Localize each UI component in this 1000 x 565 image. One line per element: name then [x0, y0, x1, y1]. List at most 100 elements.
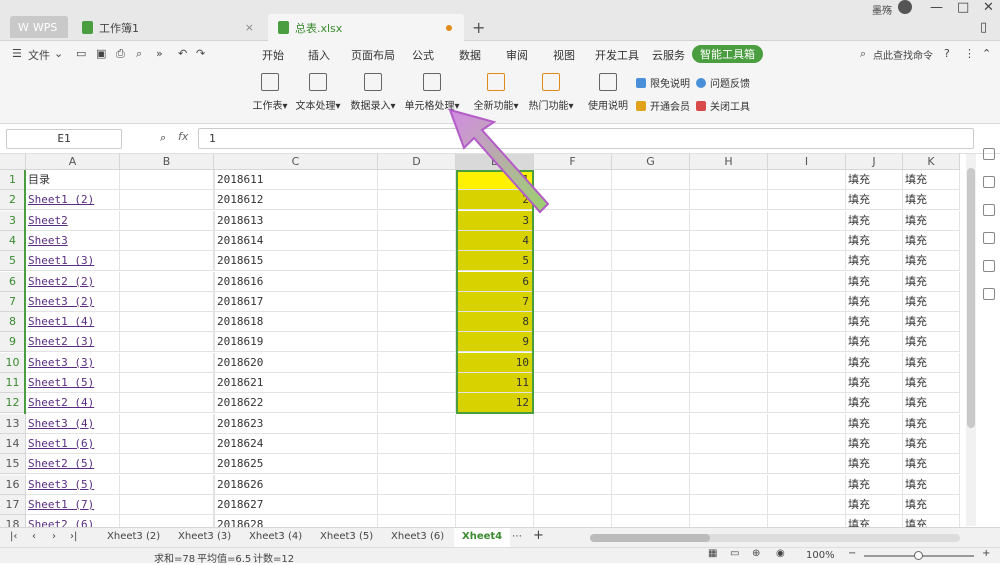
close-window-icon[interactable]: ✕	[983, 0, 994, 15]
cell-f10[interactable]	[534, 352, 612, 373]
cell-d3[interactable]	[378, 210, 456, 231]
cell-g6[interactable]	[612, 271, 690, 292]
cell-i4[interactable]	[768, 230, 846, 251]
next-sheet-icon[interactable]: ›	[52, 531, 56, 542]
cell-b5[interactable]	[120, 251, 214, 272]
cell-h6[interactable]	[690, 271, 768, 292]
sheet-tab[interactable]: Xheet3 (3)	[178, 531, 231, 542]
cell-f7[interactable]	[534, 291, 612, 312]
format-icon[interactable]	[983, 204, 995, 216]
cell-h15[interactable]	[690, 454, 768, 475]
column-header-a[interactable]: A	[26, 154, 120, 170]
cell-j9[interactable]: 填充	[846, 332, 903, 353]
tab-review[interactable]: 审阅	[506, 47, 528, 63]
command-search[interactable]: 点此查找命令	[873, 47, 933, 62]
cell-c3[interactable]: 2018613	[214, 210, 378, 231]
cell-b4[interactable]	[120, 230, 214, 251]
cell-b1[interactable]	[120, 170, 214, 190]
cell-d1[interactable]	[378, 170, 456, 190]
zoom-slider[interactable]	[864, 551, 974, 560]
cell-d5[interactable]	[378, 251, 456, 272]
cell-k16[interactable]: 填充	[903, 474, 960, 495]
cell-i17[interactable]	[768, 494, 846, 515]
cell-a16[interactable]: Sheet3 (5)	[26, 474, 120, 495]
cell-c12[interactable]: 2018622	[214, 393, 378, 414]
tab-developer[interactable]: 开发工具	[595, 47, 639, 63]
cell-g10[interactable]	[612, 352, 690, 373]
cell-d10[interactable]	[378, 352, 456, 373]
more-icon[interactable]: »	[156, 47, 163, 60]
cell-g3[interactable]	[612, 210, 690, 231]
popular-features-button[interactable]: 热门功能▾	[527, 71, 575, 112]
cell-k10[interactable]: 填充	[903, 352, 960, 373]
cell-g1[interactable]	[612, 170, 690, 190]
scroll-thumb[interactable]	[967, 168, 975, 428]
cell-k5[interactable]: 填充	[903, 251, 960, 272]
cell-f16[interactable]	[534, 474, 612, 495]
cell-c9[interactable]: 2018619	[214, 332, 378, 353]
cell-a9[interactable]: Sheet2 (3)	[26, 332, 120, 353]
membership-button[interactable]: 开通会员	[636, 98, 690, 113]
cell-c17[interactable]: 2018627	[214, 494, 378, 515]
row-header[interactable]: 11	[0, 373, 26, 393]
cell-j2[interactable]: 填充	[846, 190, 903, 211]
cell-f12[interactable]	[534, 393, 612, 414]
minimize-icon[interactable]: —	[930, 0, 943, 15]
cell-a4[interactable]: Sheet3	[26, 230, 120, 251]
cell-j4[interactable]: 填充	[846, 230, 903, 251]
cell-g9[interactable]	[612, 332, 690, 353]
row-header[interactable]: 3	[0, 210, 26, 231]
print-icon[interactable]: ⎙	[116, 47, 125, 61]
free-trial-info-button[interactable]: 限免说明	[636, 75, 690, 90]
tab-workbook1[interactable]: 工作簿1 ×	[72, 14, 264, 41]
select-icon[interactable]	[983, 148, 995, 160]
cell-h16[interactable]	[690, 474, 768, 495]
cell-d17[interactable]	[378, 494, 456, 515]
cell-g7[interactable]	[612, 291, 690, 312]
cell-h7[interactable]	[690, 291, 768, 312]
cell-d16[interactable]	[378, 474, 456, 495]
cell-e8[interactable]: 8	[456, 312, 534, 333]
cell-e9[interactable]: 9	[456, 332, 534, 353]
cell-b9[interactable]	[120, 332, 214, 353]
cell-f14[interactable]	[534, 433, 612, 454]
cell-d11[interactable]	[378, 373, 456, 393]
row-header[interactable]: 17	[0, 494, 26, 515]
text-process-button[interactable]: 文本处理▾	[294, 71, 342, 112]
cell-a12[interactable]: Sheet2 (4)	[26, 393, 120, 414]
row-header[interactable]: 16	[0, 474, 26, 495]
chevron-down-icon[interactable]: ⌄	[54, 47, 63, 60]
cell-b15[interactable]	[120, 454, 214, 475]
row-header[interactable]: 14	[0, 433, 26, 454]
cell-e11[interactable]: 11	[456, 373, 534, 393]
cell-h3[interactable]	[690, 210, 768, 231]
cell-e7[interactable]: 7	[456, 291, 534, 312]
cell-c6[interactable]: 2018616	[214, 271, 378, 292]
cell-f8[interactable]	[534, 312, 612, 333]
cell-a6[interactable]: Sheet2 (2)	[26, 271, 120, 292]
avatar[interactable]	[898, 0, 912, 14]
cell-j15[interactable]: 填充	[846, 454, 903, 475]
select-all-corner[interactable]	[0, 154, 26, 170]
collapse-ribbon-icon[interactable]: ⌃	[982, 47, 991, 60]
cell-b17[interactable]	[120, 494, 214, 515]
close-tab-icon[interactable]: ×	[245, 21, 254, 34]
cell-j11[interactable]: 填充	[846, 373, 903, 393]
cell-b7[interactable]	[120, 291, 214, 312]
column-header-j[interactable]: J	[846, 154, 903, 170]
cell-h2[interactable]	[690, 190, 768, 211]
row-header[interactable]: 1	[0, 170, 26, 190]
cell-c10[interactable]: 2018620	[214, 352, 378, 373]
cell-j7[interactable]: 填充	[846, 291, 903, 312]
cell-j3[interactable]: 填充	[846, 210, 903, 231]
cell-a11[interactable]: Sheet1 (5)	[26, 373, 120, 393]
cell-f6[interactable]	[534, 271, 612, 292]
backup-icon[interactable]	[983, 232, 995, 244]
cell-e17[interactable]	[456, 494, 534, 515]
apps-icon[interactable]	[983, 288, 995, 300]
zoom-formula-icon[interactable]: ⌕	[160, 131, 166, 145]
cell-i16[interactable]	[768, 474, 846, 495]
cell-i15[interactable]	[768, 454, 846, 475]
horizontal-scrollbar[interactable]	[590, 534, 960, 542]
cell-c13[interactable]: 2018623	[214, 413, 378, 434]
